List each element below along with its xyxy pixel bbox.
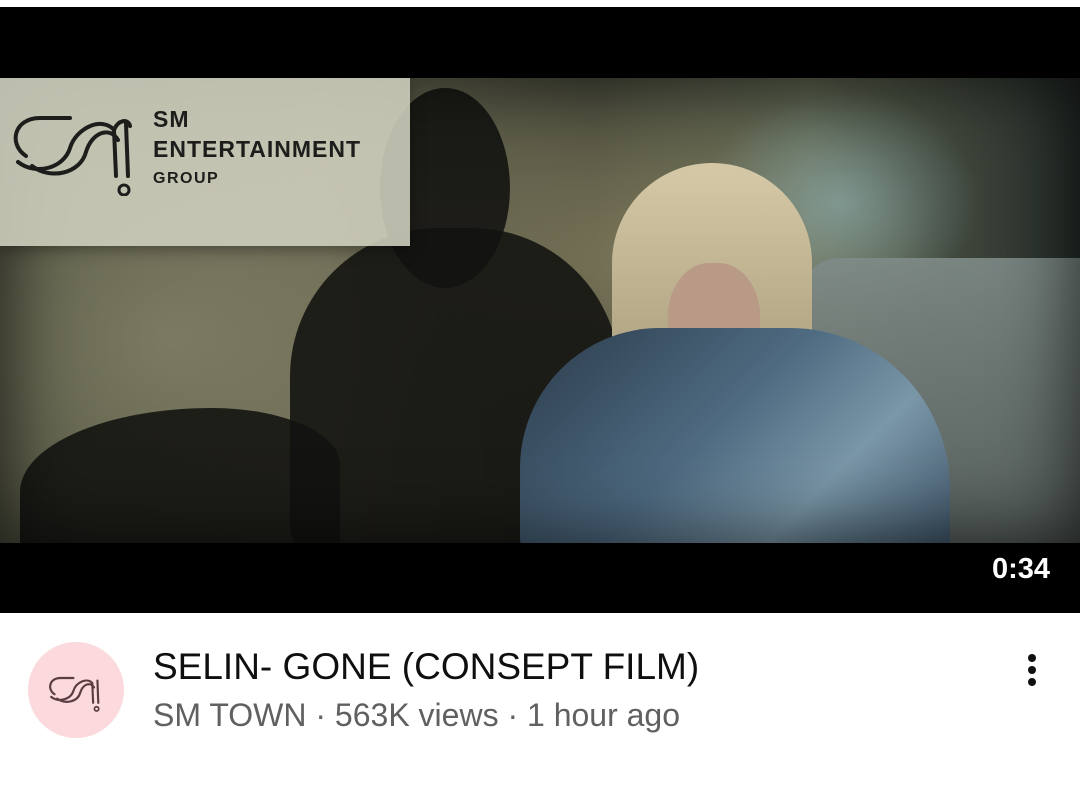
- duration-badge: 0:34: [991, 553, 1050, 585]
- channel-name[interactable]: SM TOWN: [153, 697, 306, 733]
- logo-text-sm: SM: [153, 106, 190, 132]
- more-vert-icon[interactable]: [1010, 648, 1054, 692]
- logo-text-entertainment: ENTERTAINMENT: [153, 136, 362, 162]
- meta-separator: ·: [306, 697, 335, 733]
- video-title[interactable]: SELIN- GONE (CONSEPT FILM): [153, 646, 699, 688]
- video-frame: SM ENTERTAINMENT GROUP: [0, 78, 1080, 543]
- view-count: 563K views: [334, 697, 499, 733]
- sm-logo-icon: [49, 676, 100, 712]
- channel-avatar[interactable]: [28, 642, 124, 738]
- logo-text-group: GROUP: [153, 170, 220, 187]
- sm-entertainment-logo: SM ENTERTAINMENT GROUP: [0, 78, 410, 246]
- video-card[interactable]: SM ENTERTAINMENT GROUP 0:34 SELIN- GONE …: [0, 0, 1080, 792]
- video-thumbnail[interactable]: SM ENTERTAINMENT GROUP 0:34: [0, 7, 1080, 613]
- sm-logo-icon: [13, 116, 132, 196]
- meta-separator: ·: [498, 697, 527, 733]
- upload-age: 1 hour ago: [527, 697, 681, 733]
- video-metadata: SM TOWN · 563K views · 1 hour ago: [153, 697, 680, 734]
